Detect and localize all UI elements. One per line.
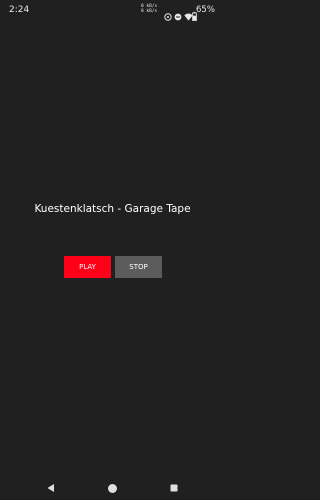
net-speed-down: 0 kB/s bbox=[141, 9, 158, 14]
status-time: 2:24 bbox=[9, 5, 30, 15]
battery-percent: 65% bbox=[196, 5, 215, 15]
dnd-icon bbox=[174, 6, 182, 21]
home-icon[interactable] bbox=[106, 482, 118, 494]
wifi-icon bbox=[184, 6, 193, 21]
track-title: Kuestenklatsch - Garage Tape bbox=[34, 203, 191, 215]
app-screen: 2:24 0 kB/s 0 kB/s 65% Kuestenklatsch - … bbox=[0, 0, 225, 500]
stop-button[interactable]: STOP bbox=[115, 256, 162, 278]
notification-icon bbox=[164, 6, 172, 21]
back-icon[interactable] bbox=[45, 482, 57, 494]
play-button[interactable]: PLAY bbox=[64, 256, 111, 278]
navigation-bar bbox=[0, 474, 225, 500]
status-bar: 2:24 0 kB/s 0 kB/s 65% bbox=[0, 0, 225, 22]
net-speed: 0 kB/s 0 kB/s bbox=[141, 4, 161, 14]
recents-icon[interactable] bbox=[168, 482, 180, 494]
